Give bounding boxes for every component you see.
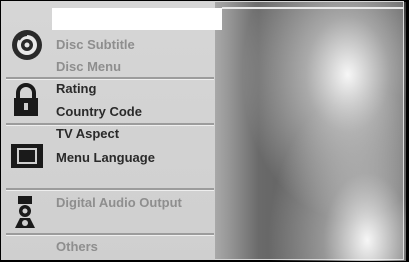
tv-aspect-icon: [10, 143, 44, 174]
menu-item-disc-subtitle[interactable]: Disc Subtitle: [56, 37, 135, 52]
separator: [6, 188, 214, 191]
background-glow-bottom: [212, 2, 406, 261]
menu-item-tv-aspect[interactable]: TV Aspect: [56, 126, 119, 141]
separator: [6, 233, 214, 236]
separator: [6, 77, 214, 80]
disc-icon: [10, 28, 44, 67]
menu-title-bar: [52, 8, 222, 30]
menu-item-menu-language[interactable]: Menu Language: [56, 150, 155, 165]
speaker-icon: [10, 194, 40, 235]
menu-item-disc-menu[interactable]: Disc Menu: [56, 59, 121, 74]
lock-icon: [10, 83, 42, 122]
osd-setup-screen: Disc Subtitle Disc Menu Rating Country C…: [0, 0, 409, 262]
menu-item-rating[interactable]: Rating: [56, 81, 96, 96]
menu-item-digital-audio-output[interactable]: Digital Audio Output: [56, 195, 182, 210]
top-divider: [222, 7, 404, 9]
menu-item-others[interactable]: Others: [56, 239, 98, 254]
menu-item-country-code[interactable]: Country Code: [56, 104, 142, 119]
